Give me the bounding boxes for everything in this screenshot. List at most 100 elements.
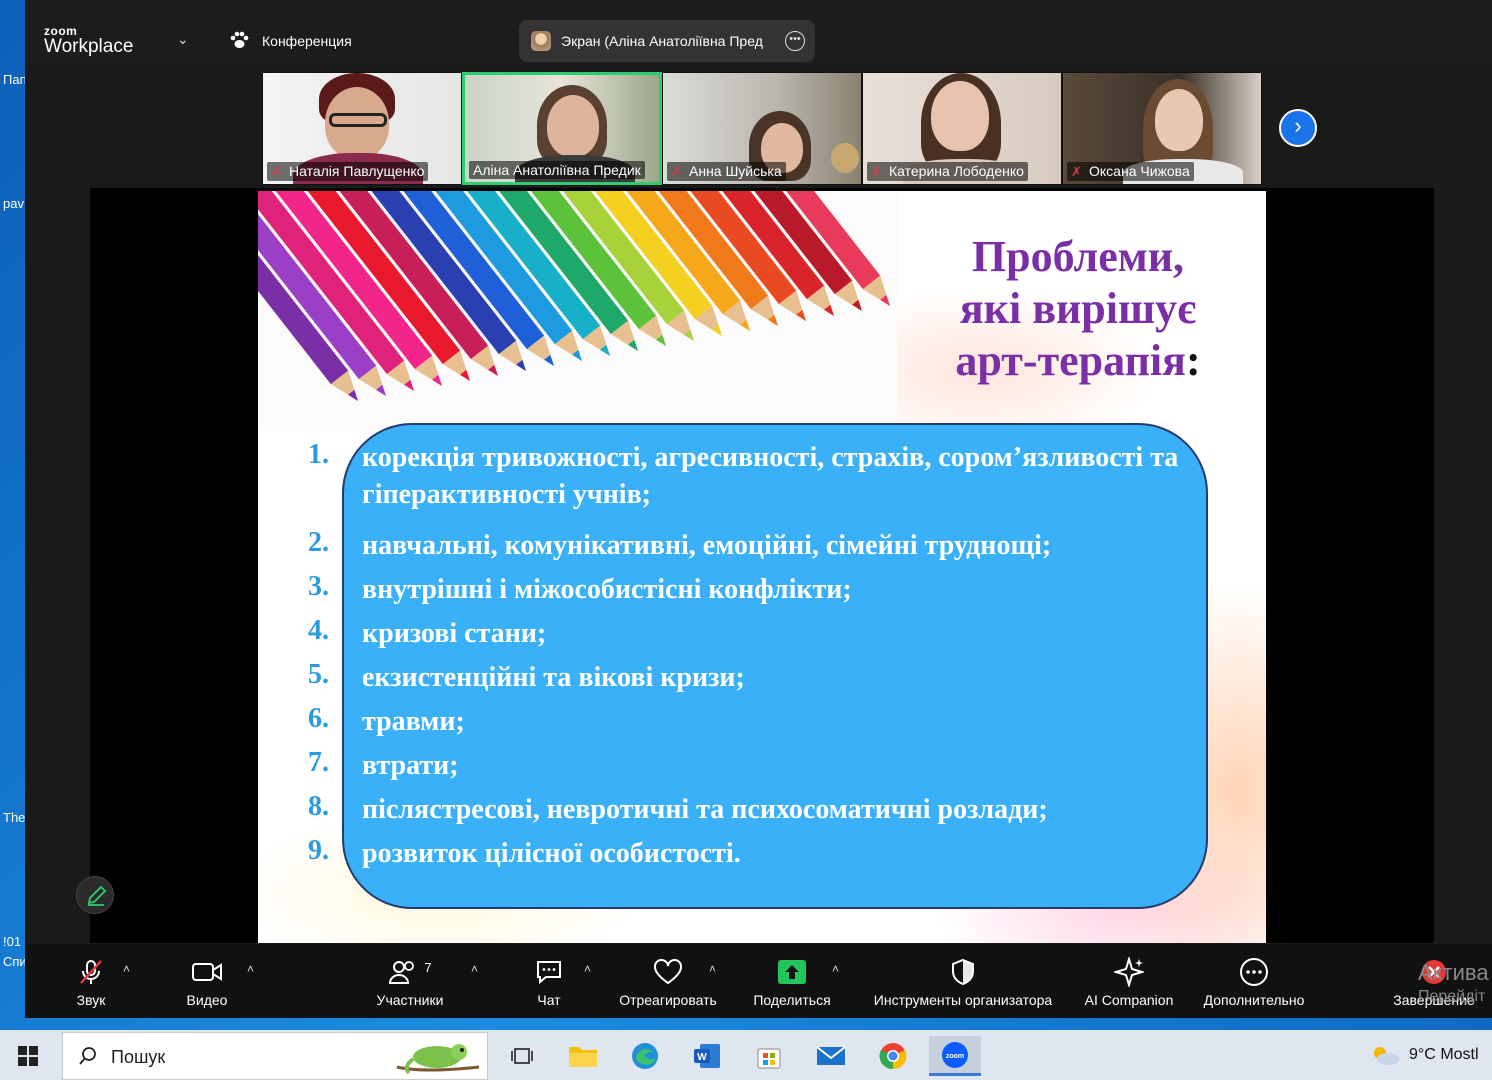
video-button[interactable]: Видео: [179, 956, 235, 1008]
avatar: [531, 31, 551, 51]
participant-name: ✗ Анна Шуйська: [667, 162, 786, 181]
participants-options-caret[interactable]: ˄: [471, 962, 478, 976]
host-tools-button[interactable]: Инструменты организатора: [863, 956, 1063, 1008]
desktop-label: Спи: [3, 954, 27, 969]
weather-icon: [1374, 1047, 1399, 1065]
windows-taskbar: Пошук W zoom 9°C Mostl: [0, 1030, 1492, 1080]
next-participants-button[interactable]: ›: [1279, 109, 1317, 147]
list-text: навчальні, комунікативні, емоційні, сіме…: [362, 530, 1052, 561]
windows-activation-watermark: Перейдіт: [1418, 988, 1486, 1005]
list-item: 9. розвиток цілісної особистості.: [308, 835, 1208, 869]
zoom-taskbar-button[interactable]: zoom: [929, 1036, 981, 1076]
chat-label: Чат: [537, 992, 561, 1008]
chameleon-icon: [396, 1044, 480, 1075]
ai-companion-button[interactable]: AI Companion: [1081, 956, 1177, 1008]
list-number: 3.: [308, 571, 329, 602]
task-view-icon: [511, 1048, 533, 1064]
desktop-label: !01: [3, 934, 22, 949]
audio-options-caret[interactable]: ˄: [123, 962, 130, 976]
meeting-label[interactable]: Конференция: [262, 33, 352, 49]
more-icon: [1240, 958, 1268, 986]
weather-widget[interactable]: 9°C Mostl: [1409, 1046, 1479, 1064]
chat-icon: [537, 961, 561, 985]
more-options-icon[interactable]: •••: [785, 31, 805, 51]
react-button[interactable]: Отреагировать: [613, 956, 723, 1008]
react-options-caret[interactable]: ˄: [709, 962, 716, 976]
desktop-label: Пап: [3, 72, 27, 87]
slide-title-line: які вирішує: [959, 284, 1197, 333]
meeting-toolbar: Звук ˄ Видео ˄ 7 Участники ˄ Чат ˄ Отреа…: [25, 944, 1492, 1018]
share-screen-button[interactable]: Поделиться: [749, 956, 835, 1008]
search-icon: [79, 1047, 96, 1065]
participant-name: ✗ Катерина Лободенко: [867, 162, 1028, 181]
svg-text:W: W: [697, 1052, 707, 1063]
chrome-button[interactable]: [867, 1036, 919, 1076]
edge-browser-button[interactable]: [619, 1036, 671, 1076]
store-button[interactable]: [743, 1036, 795, 1076]
chat-options-caret[interactable]: ˄: [584, 962, 591, 976]
participants-count: 7: [424, 959, 432, 975]
list-text: розвиток цілісної особистості.: [362, 838, 741, 869]
video-options-caret[interactable]: ˄: [247, 962, 254, 976]
mic-muted-icon: ✗: [271, 164, 282, 179]
mic-muted-icon: ✗: [1071, 164, 1082, 179]
list-item: 2. навчальні, комунікативні, емоційні, с…: [308, 527, 1208, 561]
list-text: корекція тривожності, агресивності, стра…: [362, 442, 1179, 510]
chat-button[interactable]: Чат: [525, 956, 573, 1008]
participant-tile[interactable]: ✗ Наталія Павлущенко: [262, 72, 462, 185]
list-text: травми;: [362, 706, 465, 737]
video-camera-icon: [192, 963, 222, 981]
screen-share-indicator[interactable]: Экран (Аліна Анатоліївна Пред •••: [519, 20, 815, 62]
list-item: 8. післястресові, невротичні та психосом…: [308, 791, 1208, 825]
heart-icon: [654, 959, 682, 985]
shield-icon: [952, 958, 974, 986]
more-button[interactable]: Дополнительно: [1197, 956, 1311, 1008]
participants-label: Участники: [376, 992, 444, 1008]
audio-button[interactable]: Звук: [65, 956, 117, 1008]
title-bar: zoom Workplace ⌄ Конференция Экран (Алін…: [25, 0, 1492, 66]
list-item: 1. корекція тривожності, агресивності, с…: [308, 439, 1208, 515]
list-item: 3. внутрішні і міжособистісні конфлікти;: [308, 571, 1208, 605]
ai-companion-label: AI Companion: [1084, 992, 1174, 1008]
participant-tile[interactable]: ✗ Катерина Лободенко: [862, 72, 1062, 185]
task-view-button[interactable]: [496, 1036, 548, 1076]
windows-activation-watermark: Актива: [1418, 960, 1489, 985]
taskbar-search[interactable]: Пошук: [62, 1032, 488, 1080]
slide-title-line: арт-терапія:: [955, 336, 1201, 385]
list-number: 1.: [308, 439, 329, 470]
paw-icon: [230, 31, 249, 48]
sparkle-icon: [1114, 957, 1144, 987]
slide-title-line: Проблеми,: [971, 232, 1185, 281]
participant-name: ✗ Оксана Чижова: [1067, 162, 1194, 181]
annotate-button[interactable]: [76, 876, 114, 914]
participants-button[interactable]: 7 Участники: [371, 956, 449, 1009]
participants-icon: [389, 961, 415, 984]
list-text: втрати;: [362, 750, 459, 781]
list-text: кризові стани;: [362, 618, 547, 649]
list-item: 6. травми;: [308, 703, 1208, 737]
slide-title: Проблеми, які вирішує арт-терапія:: [898, 231, 1258, 387]
participant-tile[interactable]: ✗ Анна Шуйська: [662, 72, 862, 185]
list-number: 7.: [308, 747, 329, 778]
mic-muted-icon: ✗: [671, 164, 682, 179]
share-options-caret[interactable]: ˄: [832, 962, 839, 976]
mail-button[interactable]: [805, 1036, 857, 1076]
word-button[interactable]: W: [681, 1036, 733, 1076]
react-label: Отреагировать: [619, 992, 717, 1008]
list-number: 2.: [308, 527, 329, 558]
zoom-logo: Workplace: [44, 36, 134, 57]
folder-icon: [569, 1047, 597, 1067]
list-item: 4. кризові стани;: [308, 615, 1208, 649]
chevron-down-icon[interactable]: ⌄: [177, 31, 189, 48]
windows-start-icon[interactable]: [18, 1046, 38, 1066]
list-text: екзистенційні та вікові кризи;: [362, 662, 745, 693]
participant-tile[interactable]: ✗ Оксана Чижова: [1062, 72, 1262, 185]
host-tools-label: Инструменты организатора: [873, 992, 1053, 1008]
list-number: 6.: [308, 703, 329, 734]
participant-tile-active[interactable]: Аліна Анатоліївна Предик: [462, 72, 662, 185]
file-explorer-button[interactable]: [557, 1036, 609, 1076]
problems-list: 1. корекція тривожності, агресивності, с…: [308, 439, 1208, 879]
desktop-label: pav: [3, 196, 24, 211]
presentation-slide: Проблеми, які вирішує арт-терапія: 1. ко…: [258, 191, 1266, 943]
pencil-icon: [87, 885, 107, 906]
